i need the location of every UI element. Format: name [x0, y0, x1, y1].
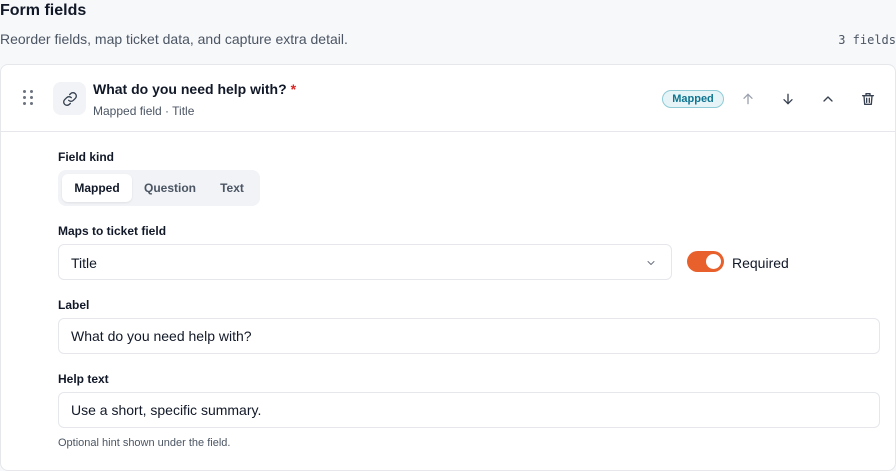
required-marker: *: [290, 81, 297, 97]
field-card: What do you need help with? * Mapped fiel…: [0, 64, 896, 471]
help-text-label: Help text: [58, 372, 109, 386]
maps-to-value: Title: [71, 255, 97, 271]
field-title: What do you need help with? *: [93, 81, 296, 97]
field-kind-segmented: Mapped Question Text: [58, 170, 260, 206]
link-icon: [53, 82, 86, 115]
help-text-hint: Optional hint shown under the field.: [58, 437, 231, 449]
field-meta: Mapped field · Title: [93, 104, 195, 118]
chevron-down-icon: [647, 261, 655, 265]
delete-button[interactable]: [857, 88, 879, 110]
trash-icon: [862, 93, 874, 105]
collapse-button[interactable]: [817, 88, 839, 110]
field-count: 3 fields: [838, 33, 896, 47]
field-kind-label: Field kind: [58, 150, 115, 164]
toggle-knob: [706, 254, 721, 269]
field-title-text: What do you need help with?: [93, 81, 287, 97]
mapped-badge: Mapped: [662, 90, 724, 108]
arrow-down-icon: [783, 93, 793, 105]
move-down-button[interactable]: [777, 88, 799, 110]
label-input[interactable]: [58, 318, 880, 354]
drag-handle-icon[interactable]: [23, 90, 37, 106]
move-up-button[interactable]: [737, 88, 759, 110]
label-field-label: Label: [58, 298, 90, 312]
help-text-input[interactable]: [58, 392, 880, 428]
required-label: Required: [732, 255, 789, 271]
chevron-up-icon: [823, 96, 833, 102]
kind-option-mapped[interactable]: Mapped: [62, 174, 132, 202]
field-card-header[interactable]: What do you need help with? * Mapped fiel…: [1, 65, 895, 132]
page-title: Form fields: [0, 2, 87, 19]
kind-option-question[interactable]: Question: [136, 174, 204, 202]
maps-to-label: Maps to ticket field: [58, 224, 167, 238]
kind-option-text[interactable]: Text: [208, 174, 256, 202]
maps-to-select[interactable]: Title: [58, 244, 672, 280]
page-subtitle: Reorder fields, map ticket data, and cap…: [0, 31, 348, 47]
arrow-up-icon: [743, 93, 753, 105]
required-toggle[interactable]: [687, 251, 724, 272]
